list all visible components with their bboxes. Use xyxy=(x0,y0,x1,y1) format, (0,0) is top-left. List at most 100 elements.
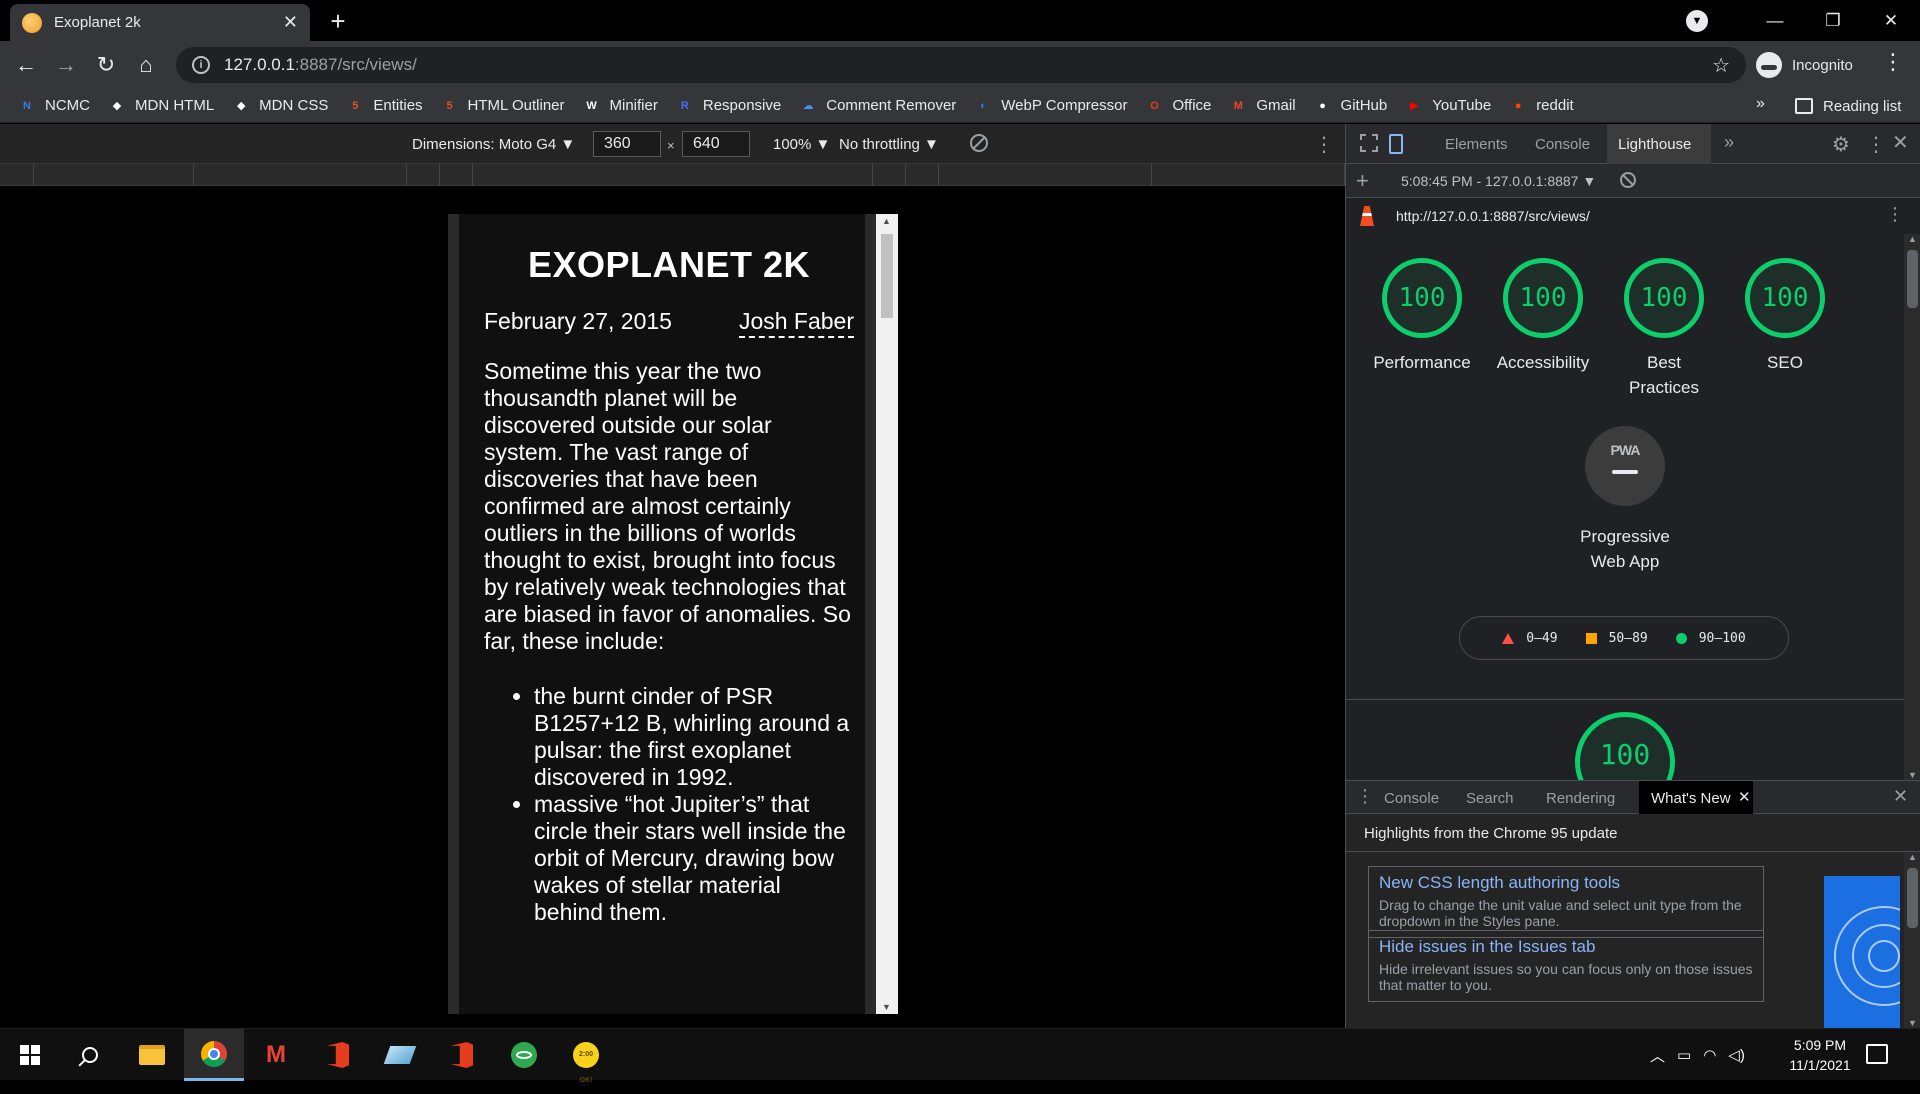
taskbar-office-2[interactable] xyxy=(432,1029,492,1081)
bookmark-item[interactable]: ● GitHub xyxy=(1314,97,1387,115)
bookmark-item[interactable]: R Responsive xyxy=(676,97,781,115)
more-bookmarks-button[interactable]: » xyxy=(1756,95,1765,113)
notifications-icon[interactable] xyxy=(1866,1044,1888,1064)
bookmark-item[interactable]: ◆ MDN HTML xyxy=(108,97,214,115)
ruler-segment[interactable] xyxy=(194,164,407,186)
ruler-segment[interactable] xyxy=(440,164,473,186)
home-icon[interactable]: ⌂ xyxy=(126,52,166,78)
bookmark-item[interactable]: ▶ YouTube xyxy=(1405,97,1491,115)
drawer-tab-search[interactable]: Search xyxy=(1466,790,1514,807)
new-tab-button[interactable]: + xyxy=(323,6,353,36)
more-tabs-icon[interactable]: » xyxy=(1724,132,1734,153)
reload-icon[interactable]: ↻ xyxy=(86,52,126,78)
ruler-segment[interactable] xyxy=(906,164,939,186)
settings-gear-icon[interactable]: ⚙ xyxy=(1832,132,1850,157)
bookmark-item[interactable]: O Office xyxy=(1145,97,1211,115)
start-button[interactable] xyxy=(0,1029,60,1081)
inspect-element-icon[interactable] xyxy=(1360,134,1378,152)
ruler-segment[interactable] xyxy=(939,164,1152,186)
bookmark-item[interactable]: 5 Entities xyxy=(346,97,422,115)
viewport-height-input[interactable]: 640 xyxy=(682,131,750,157)
device-dimensions-select[interactable]: Dimensions: Moto G4 ▼ xyxy=(412,136,575,153)
taskbar-clock-app[interactable]: 2:00 OK! xyxy=(556,1029,616,1084)
report-menu-icon[interactable]: ⋮ xyxy=(1886,204,1904,225)
drawer-tab-console[interactable]: Console xyxy=(1384,790,1439,807)
bookmark-item[interactable]: ◆ MDN CSS xyxy=(232,97,328,115)
tab-lighthouse[interactable]: Lighthouse xyxy=(1618,136,1691,153)
reading-list-button[interactable]: Reading list xyxy=(1795,89,1901,123)
pwa-gauge[interactable]: PWA Progressive Web App xyxy=(1565,426,1685,574)
chrome-menu-icon[interactable]: ⋮ xyxy=(1882,49,1904,75)
clear-reports-icon[interactable] xyxy=(1620,172,1636,188)
system-clock[interactable]: 5:09 PM 11/1/2021 xyxy=(1770,1035,1870,1075)
card-title[interactable]: Hide issues in the Issues tab xyxy=(1379,937,1753,957)
ruler-segment[interactable] xyxy=(1152,164,1345,186)
whats-new-scrollbar-thumb[interactable] xyxy=(1907,868,1918,928)
site-info-icon[interactable]: i xyxy=(192,56,210,74)
bookmark-item[interactable]: ● reddit xyxy=(1509,97,1574,115)
throttling-select[interactable]: No throttling ▼ xyxy=(839,136,939,153)
drawer-tab-whats-new[interactable]: What's New xyxy=(1651,790,1731,807)
rotate-icon[interactable] xyxy=(970,134,988,152)
page-scrollbar-thumb[interactable] xyxy=(881,234,893,318)
ruler-segment[interactable] xyxy=(873,164,906,186)
device-toggle-icon[interactable] xyxy=(1389,134,1403,154)
ruler-segment[interactable] xyxy=(473,164,873,186)
whats-new-card[interactable]: New CSS length authoring tools Drag to c… xyxy=(1368,866,1764,938)
tab-console[interactable]: Console xyxy=(1535,136,1590,153)
device-toolbar-menu-icon[interactable]: ⋮ xyxy=(1314,132,1334,157)
lighthouse-report-url[interactable]: http://127.0.0.1:8887/src/views/ xyxy=(1396,208,1590,224)
scroll-up-arrow-icon[interactable]: ▲ xyxy=(1908,852,1917,862)
drawer-close-icon[interactable]: ✕ xyxy=(1893,786,1908,807)
volume-icon[interactable]: ◁) xyxy=(1728,1046,1745,1064)
tab-elements[interactable]: Elements xyxy=(1445,136,1508,153)
battery-icon[interactable]: ▭ xyxy=(1677,1046,1691,1064)
bookmark-item[interactable]: ◐ WebP Compressor xyxy=(974,97,1128,115)
wifi-icon[interactable]: ◠ xyxy=(1703,1046,1716,1064)
accessibility-gauge[interactable]: 100 Accessibility xyxy=(1488,258,1598,375)
scroll-down-arrow-icon[interactable]: ▼ xyxy=(882,1002,891,1012)
drawer-tab-rendering[interactable]: Rendering xyxy=(1546,790,1615,807)
back-arrow-icon[interactable]: ← xyxy=(6,52,46,78)
bookmark-item[interactable]: N NCMC xyxy=(18,97,90,115)
taskbar-gmail[interactable]: M xyxy=(246,1029,306,1081)
search-button[interactable] xyxy=(60,1029,120,1081)
browser-tab[interactable]: Exoplanet 2k ✕ xyxy=(10,4,310,41)
tray-chevron-up-icon[interactable]: ︿ xyxy=(1650,1045,1665,1066)
whats-new-card[interactable]: Hide issues in the Issues tab Hide irrel… xyxy=(1368,930,1764,1002)
scroll-up-arrow-icon[interactable]: ▲ xyxy=(1908,234,1917,244)
address-bar[interactable]: i 127.0.0.1:8887/src/views/ ☆ xyxy=(176,47,1746,83)
author-link[interactable]: Josh Faber xyxy=(738,308,854,338)
ruler-segment[interactable] xyxy=(34,164,194,186)
zoom-select[interactable]: 100% ▼ xyxy=(773,136,830,153)
seo-gauge[interactable]: 100 SEO xyxy=(1730,258,1840,375)
taskbar-ruler-app[interactable] xyxy=(370,1029,430,1081)
whats-new-scrollbar[interactable]: ▲ ▼ xyxy=(1904,852,1920,1028)
tab-close-icon[interactable]: ✕ xyxy=(283,12,298,33)
report-scrollbar[interactable]: ▲ ▼ xyxy=(1904,234,1920,780)
forward-arrow-icon[interactable]: → xyxy=(46,52,86,78)
performance-gauge[interactable]: 100 Performance xyxy=(1367,258,1477,375)
card-title[interactable]: New CSS length authoring tools xyxy=(1379,873,1753,893)
whats-new-illustration[interactable] xyxy=(1824,876,1900,1028)
best-practices-gauge[interactable]: 100 Best Practices xyxy=(1609,258,1719,400)
scroll-down-arrow-icon[interactable]: ▼ xyxy=(1908,1018,1917,1028)
taskbar-chrome[interactable] xyxy=(184,1029,244,1081)
bookmark-star-icon[interactable]: ☆ xyxy=(1712,53,1730,78)
bookmark-item[interactable]: 5 HTML Outliner xyxy=(441,97,564,115)
scroll-down-arrow-icon[interactable]: ▼ xyxy=(1908,770,1917,780)
report-select[interactable]: 5:08:45 PM - 127.0.0.1:8887 ▼ xyxy=(1401,173,1596,189)
devtools-menu-icon[interactable]: ⋮ xyxy=(1866,132,1886,157)
drawer-menu-icon[interactable]: ⋮ xyxy=(1356,786,1374,807)
close-window-button[interactable]: ✕ xyxy=(1862,11,1920,31)
taskbar-atom[interactable] xyxy=(494,1029,554,1081)
taskbar-office[interactable] xyxy=(308,1029,368,1081)
new-report-plus-icon[interactable]: + xyxy=(1356,168,1369,194)
report-scrollbar-thumb[interactable] xyxy=(1907,250,1918,308)
ruler-segment[interactable] xyxy=(0,164,34,186)
whats-new-close-icon[interactable]: ✕ xyxy=(1738,788,1751,806)
incognito-profile-button[interactable]: Incognito xyxy=(1756,47,1853,83)
page-scrollbar[interactable]: ▲ ▼ xyxy=(876,214,898,1014)
bookmark-item[interactable]: ☁ Comment Remover xyxy=(799,97,957,115)
bookmark-item[interactable]: W Minifier xyxy=(583,97,658,115)
